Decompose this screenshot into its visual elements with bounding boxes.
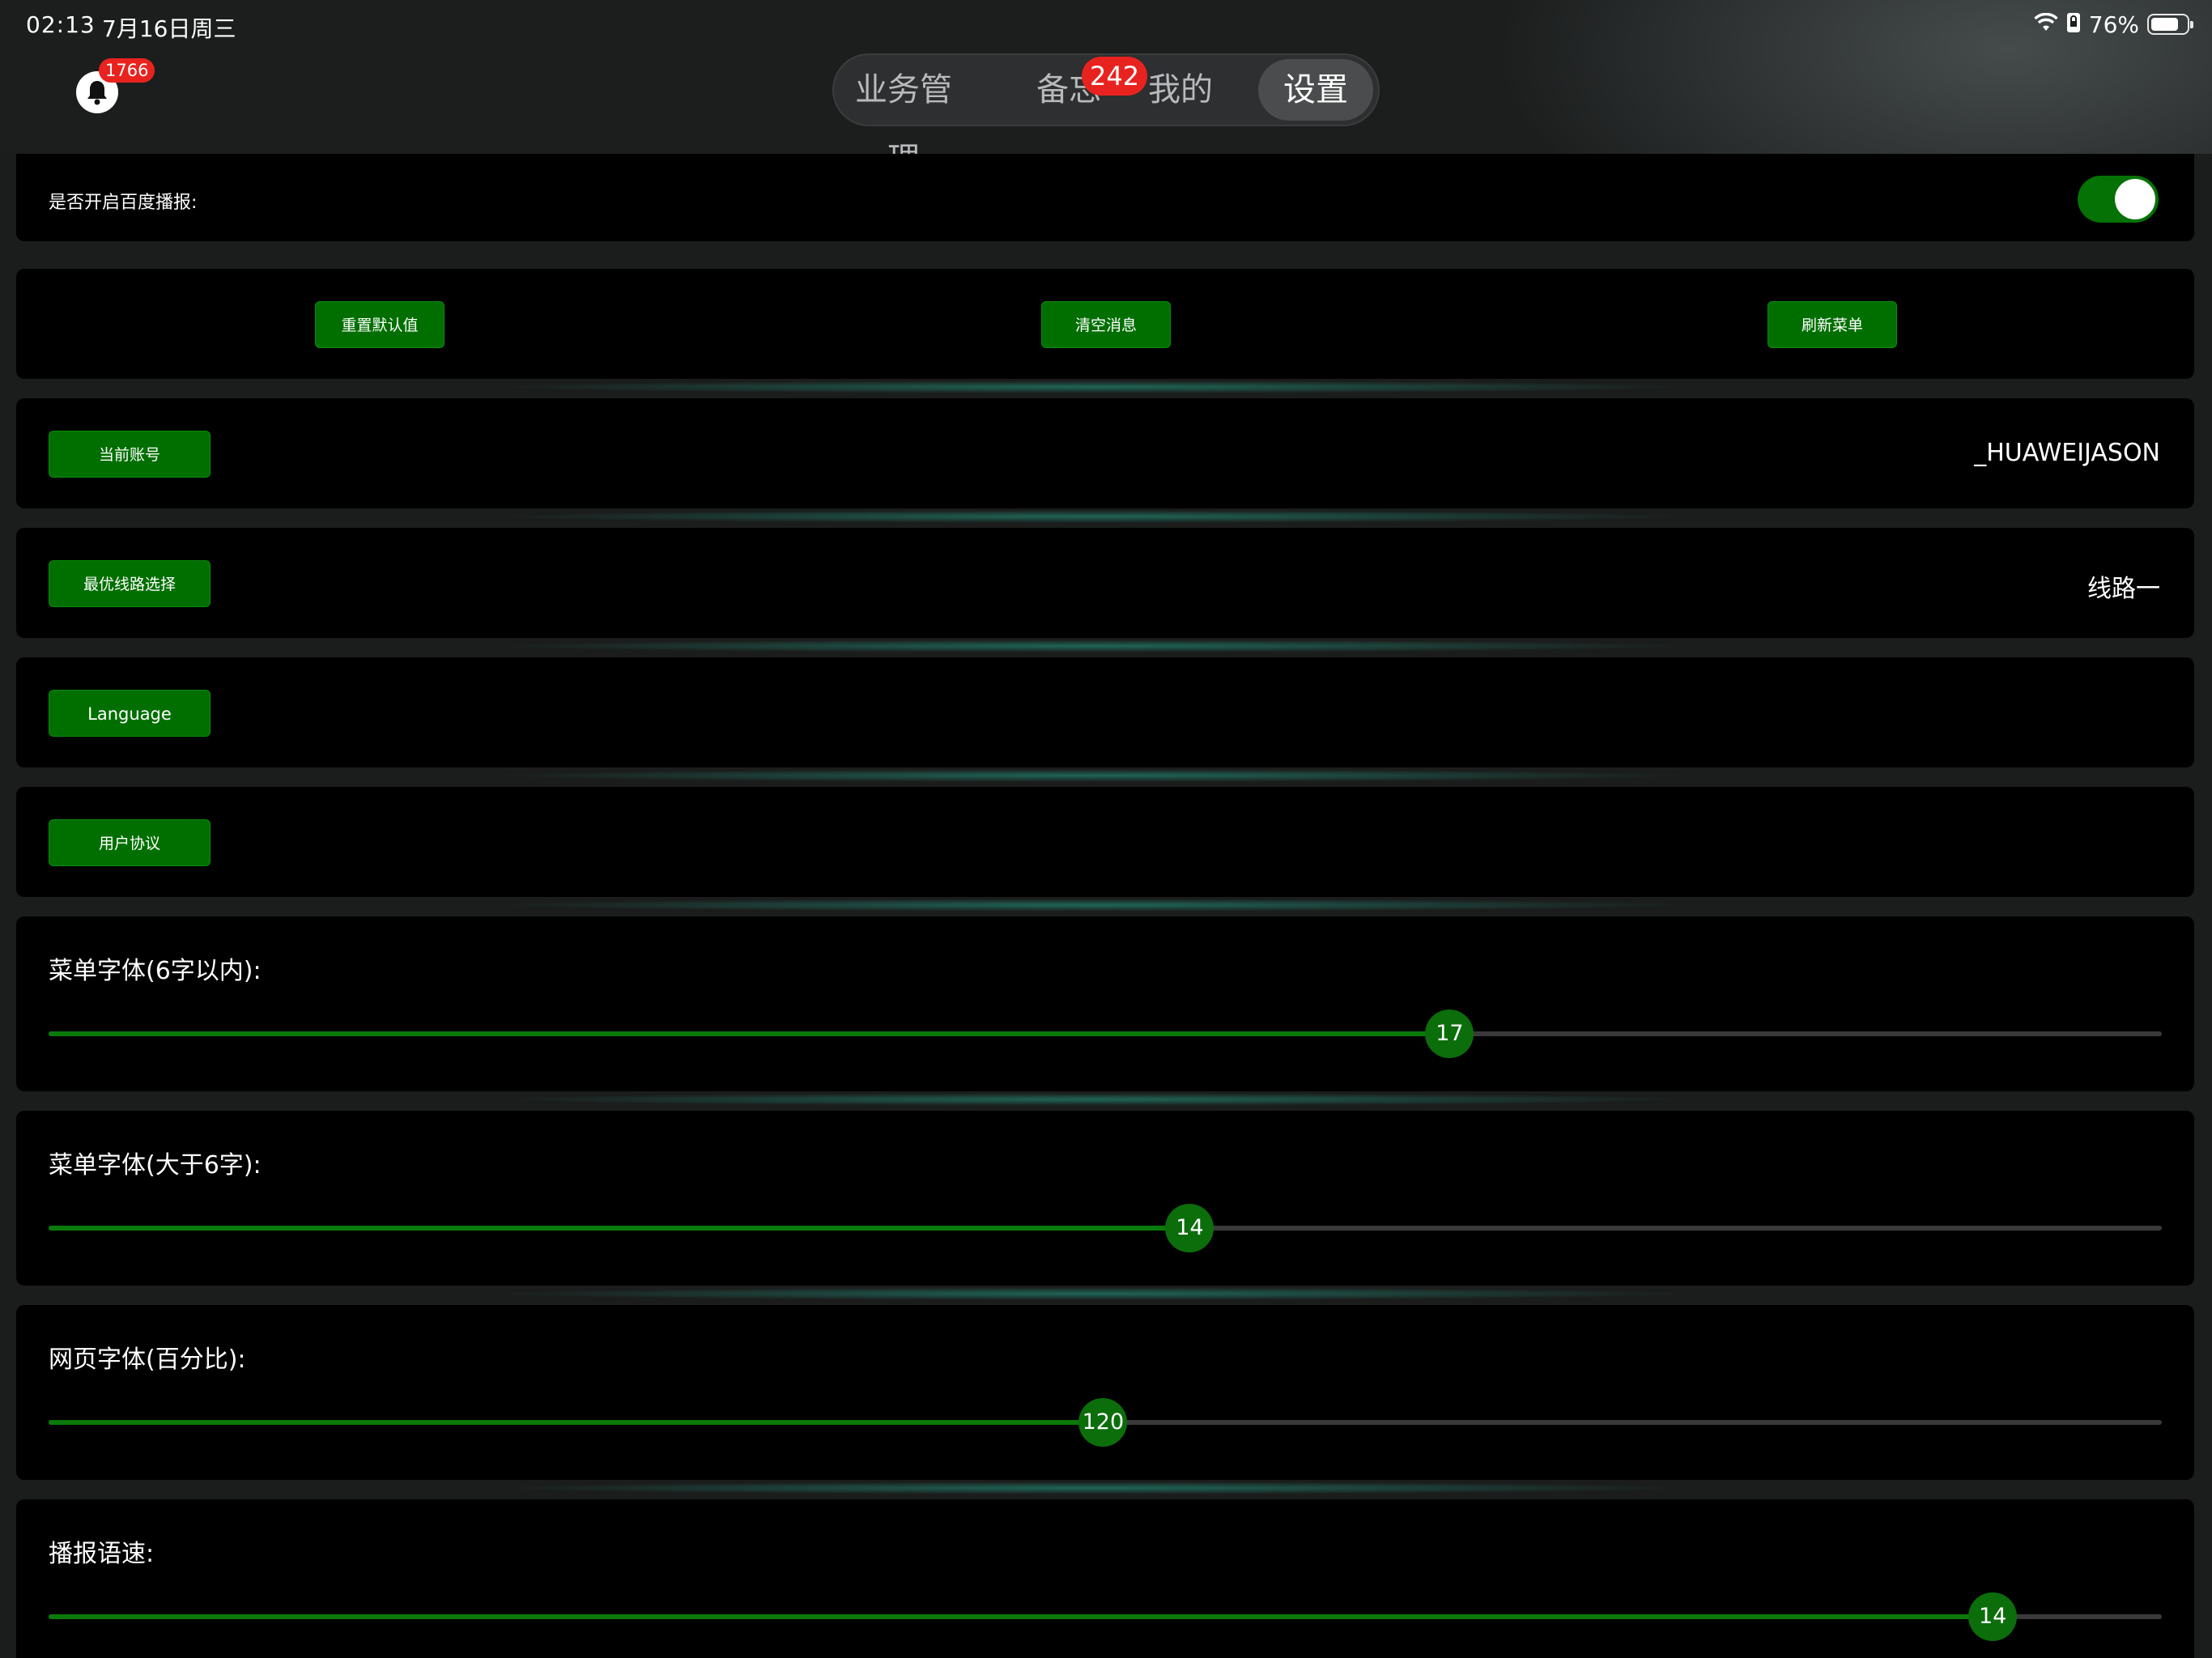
slider-title: 网页字体(百分比): xyxy=(49,1346,246,1374)
separator-glow xyxy=(486,380,1700,393)
slider-fill xyxy=(49,1031,1450,1036)
baidu-broadcast-toggle[interactable] xyxy=(2078,176,2159,223)
speech-rate-row: 播报语速: 14 xyxy=(16,1499,2194,1658)
route-row: 最优线路选择 线路一 xyxy=(16,528,2194,638)
separator-glow xyxy=(486,769,1700,782)
account-value: _HUAWEIJASON xyxy=(1974,439,2160,467)
status-bar: 02:13 7月16日周三 76% xyxy=(0,0,2212,52)
slider-track[interactable]: 14 xyxy=(49,1592,2162,1641)
wifi-icon xyxy=(2034,12,2058,36)
agreement-row: 用户协议 xyxy=(16,787,2194,897)
language-button[interactable]: Language xyxy=(49,690,211,737)
route-value: 线路一 xyxy=(2087,575,2160,603)
slider-fill xyxy=(49,1614,1993,1619)
menu-font-long-row: 菜单字体(大于6字): 14 xyxy=(16,1111,2194,1286)
slider-fill xyxy=(49,1226,1190,1231)
separator-glow xyxy=(486,1287,1700,1300)
actions-row: 重置默认值 清空消息 刷新菜单 xyxy=(16,269,2194,379)
slider-title: 菜单字体(6字以内): xyxy=(49,957,262,985)
separator-glow xyxy=(486,640,1700,653)
bell-icon xyxy=(87,81,107,105)
slider-track[interactable]: 17 xyxy=(49,1010,2162,1058)
status-date: 7月16日周三 xyxy=(102,15,236,42)
slider-title: 菜单字体(大于6字): xyxy=(49,1151,262,1180)
baidu-broadcast-label: 是否开启百度播报: xyxy=(49,193,198,213)
slider-thumb[interactable]: 14 xyxy=(1165,1204,1214,1252)
refresh-menu-button[interactable]: 刷新菜单 xyxy=(1767,301,1897,348)
status-time: 02:13 xyxy=(26,11,96,38)
slider-title: 播报语速: xyxy=(49,1540,155,1568)
best-route-button[interactable]: 最优线路选择 xyxy=(49,560,211,607)
tab-business[interactable]: 业务管理 xyxy=(842,55,965,178)
current-account-button[interactable]: 当前账号 xyxy=(49,431,211,478)
account-row: 当前账号 _HUAWEIJASON xyxy=(16,398,2194,508)
slider-track[interactable]: 14 xyxy=(49,1204,2162,1252)
battery-icon xyxy=(2147,14,2193,35)
slider-thumb[interactable]: 17 xyxy=(1425,1010,1474,1058)
status-right: 76% xyxy=(2034,10,2193,39)
webpage-font-row: 网页字体(百分比): 120 xyxy=(16,1305,2194,1480)
notification-badge: 1766 xyxy=(99,58,155,83)
user-agreement-button[interactable]: 用户协议 xyxy=(49,819,211,866)
language-row: Language xyxy=(16,657,2194,767)
slider-thumb[interactable]: 120 xyxy=(1078,1398,1128,1447)
clear-messages-button[interactable]: 清空消息 xyxy=(1041,301,1171,348)
baidu-broadcast-row: 是否开启百度播报: xyxy=(16,154,2194,241)
tab-mine[interactable]: 我的 xyxy=(1140,55,1221,125)
memo-badge: 242 xyxy=(1082,57,1148,96)
separator-glow xyxy=(486,1482,1700,1494)
rotation-lock-icon xyxy=(2066,12,2081,36)
slider-thumb[interactable]: 14 xyxy=(1968,1592,2018,1641)
separator-glow xyxy=(486,899,1700,912)
separator-glow xyxy=(486,1093,1700,1106)
separator-glow xyxy=(486,510,1700,523)
battery-percent: 76% xyxy=(2088,11,2139,38)
slider-fill xyxy=(49,1420,1104,1425)
reset-defaults-button[interactable]: 重置默认值 xyxy=(315,301,445,348)
menu-font-short-row: 菜单字体(6字以内): 17 xyxy=(16,916,2194,1091)
settings-content[interactable]: 是否开启百度播报: 重置默认值 清空消息 刷新菜单 当前账号 _HUAWEIJA… xyxy=(0,154,2212,1658)
slider-track[interactable]: 120 xyxy=(49,1398,2162,1447)
tab-settings[interactable]: 设置 xyxy=(1258,59,1373,121)
